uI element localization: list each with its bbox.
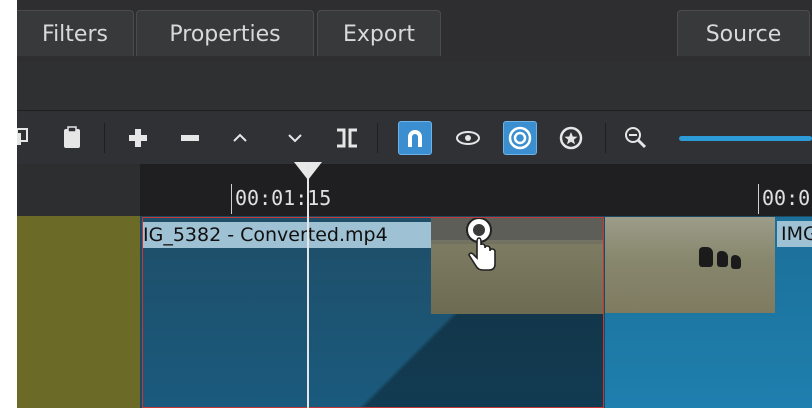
lift-icon[interactable]: [223, 121, 257, 155]
timeline-clip[interactable]: IMG: [605, 217, 812, 408]
ruler-time-label: 00:0: [762, 186, 811, 210]
zoom-slider[interactable]: [679, 136, 812, 141]
hand-cursor-icon: [466, 218, 496, 271]
clip-name-label: IMG: [777, 221, 812, 247]
timeline-clip-selected[interactable]: IG_5382 - Converted.mp4: [142, 217, 604, 408]
panel-area: [17, 62, 812, 111]
overwrite-icon[interactable]: [278, 121, 312, 155]
dog-figure: [731, 255, 741, 269]
ruler-time-label: 00:01:15: [235, 186, 332, 210]
zoom-out-icon[interactable]: [619, 121, 653, 155]
scrub-icon[interactable]: [451, 121, 485, 155]
tab-source[interactable]: Source: [677, 10, 810, 56]
playhead-line[interactable]: [307, 164, 309, 408]
tab-filters[interactable]: Filters: [17, 10, 134, 56]
ruler-tick: [231, 184, 232, 214]
tab-export[interactable]: Export: [317, 10, 441, 56]
ripple-icon[interactable]: [503, 121, 537, 155]
tab-properties[interactable]: Properties: [136, 10, 314, 56]
dock-tabs: Filters Properties Export Source: [17, 0, 812, 62]
append-icon[interactable]: [121, 121, 155, 155]
ruler-header-corner: [17, 164, 140, 216]
clip-thumbnail: [605, 217, 775, 313]
toolbar-separator: [104, 123, 105, 153]
toolbar-separator: [377, 123, 378, 153]
ripple-all-icon[interactable]: [554, 121, 588, 155]
dog-figure: [699, 247, 713, 267]
copy-icon[interactable]: [17, 121, 37, 155]
track-header[interactable]: [17, 216, 140, 408]
split-icon[interactable]: [330, 121, 364, 155]
snap-icon[interactable]: [398, 121, 432, 155]
app-window: Filters Properties Export Source 00:01:1…: [17, 0, 812, 408]
clip-name-label: IG_5382 - Converted.mp4: [143, 222, 431, 248]
dog-figure: [717, 251, 728, 267]
ruler-tick: [758, 184, 759, 214]
paste-icon[interactable]: [55, 121, 89, 155]
toolbar-separator: [605, 123, 606, 153]
remove-icon[interactable]: [173, 121, 207, 155]
